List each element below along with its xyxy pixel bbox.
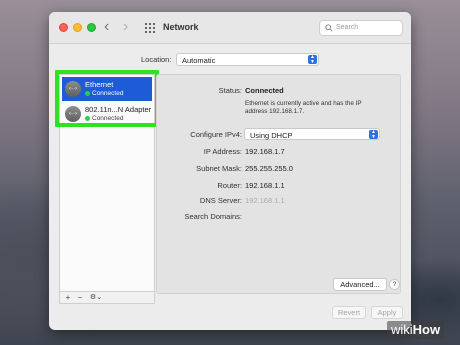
- details-panel: Status: Connected Ethernet is currently …: [156, 74, 401, 294]
- location-label: Location:: [141, 55, 172, 64]
- configure-ipv4-value: Using DHCP: [250, 130, 293, 140]
- subnet-mask-value: 255.255.255.0: [245, 164, 293, 173]
- add-service-button[interactable]: +: [63, 292, 73, 303]
- configure-ipv4-select[interactable]: Using DHCP ▲ ▼: [244, 128, 380, 140]
- service-list-toolbar: + − ⚙⌄: [59, 292, 155, 304]
- dns-server-label: DNS Server:: [199, 196, 242, 205]
- status-description: Ethernet is currently active and has the…: [245, 100, 362, 115]
- remove-service-button[interactable]: −: [75, 292, 85, 303]
- advanced-button[interactable]: Advanced...: [333, 278, 387, 291]
- status-value: Connected: [245, 86, 284, 95]
- watermark-suffix: How: [412, 322, 441, 337]
- location-value: Automatic: [182, 56, 216, 65]
- network-preferences-window: ‹ › Network Search Location: Automatic ▲…: [49, 12, 411, 330]
- minimize-window-button[interactable]: [73, 23, 82, 32]
- title-bar: ‹ › Network Search: [49, 12, 411, 44]
- help-button[interactable]: ?: [389, 279, 400, 290]
- action-menu-button[interactable]: ⚙⌄: [88, 292, 104, 303]
- dns-server-value: 192.168.1.1: [245, 196, 285, 205]
- zoom-window-button[interactable]: [87, 23, 96, 32]
- configure-stepper-icon: ▲ ▼: [369, 130, 378, 139]
- back-chevron-icon[interactable]: ‹: [104, 18, 109, 36]
- highlight-box: [55, 70, 159, 127]
- close-window-button[interactable]: [59, 23, 68, 32]
- ip-address-value: 192.168.1.7: [245, 147, 285, 156]
- wikihow-watermark: wikiHow: [387, 321, 445, 339]
- search-input[interactable]: Search: [319, 20, 403, 36]
- router-value: 192.168.1.1: [245, 181, 285, 190]
- search-domains-label: Search Domains:: [184, 212, 242, 221]
- configure-ipv4-label: Configure IPv4:: [190, 130, 242, 139]
- location-row: Location: Automatic ▲ ▼: [49, 52, 411, 68]
- router-label: Router:: [217, 181, 242, 190]
- search-icon: [325, 24, 333, 32]
- location-stepper-icon: ▲ ▼: [308, 55, 317, 64]
- show-all-grid-icon[interactable]: [145, 23, 155, 33]
- location-select[interactable]: Automatic ▲ ▼: [176, 53, 319, 66]
- ip-address-label: IP Address:: [203, 147, 242, 156]
- apply-button[interactable]: Apply: [371, 306, 403, 319]
- subnet-mask-label: Subnet Mask:: [196, 164, 242, 173]
- search-placeholder: Search: [336, 24, 359, 31]
- watermark-prefix: wiki: [391, 322, 413, 337]
- status-label: Status:: [218, 86, 242, 95]
- revert-button[interactable]: Revert: [332, 306, 366, 319]
- forward-chevron-icon[interactable]: ›: [123, 18, 128, 36]
- window-title: Network: [163, 22, 199, 32]
